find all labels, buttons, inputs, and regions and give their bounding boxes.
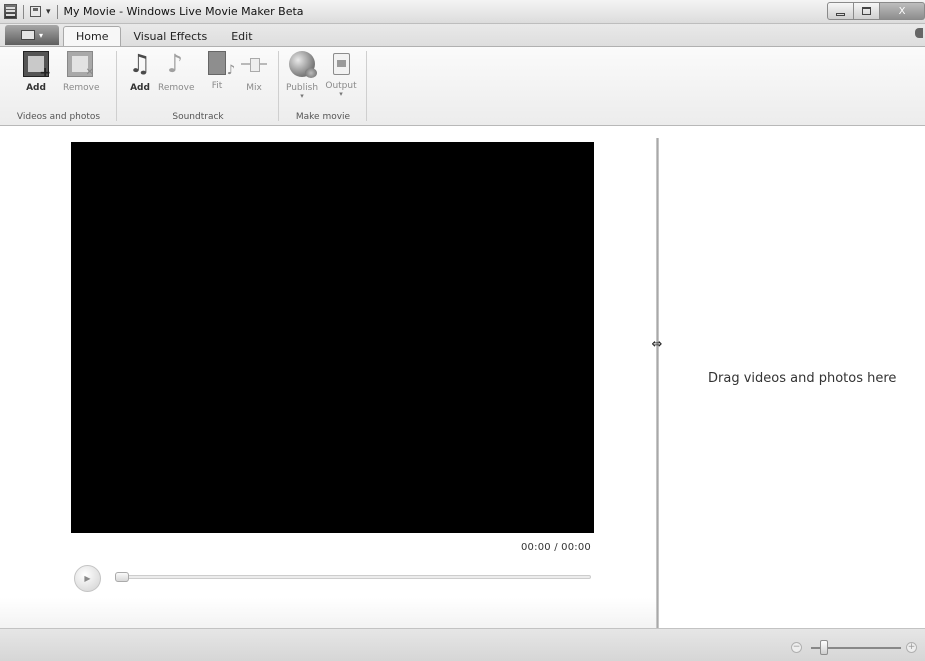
mix-slider-icon xyxy=(240,51,268,77)
fit-music-label: Fit xyxy=(211,81,223,91)
seek-bar[interactable] xyxy=(117,575,591,579)
title-separator xyxy=(23,4,24,19)
remove-video-icon xyxy=(67,51,94,78)
group-videos-and-photos: Add Remove Videos and photos xyxy=(0,47,117,125)
app-menu-icon xyxy=(20,30,35,40)
close-button[interactable]: X xyxy=(880,2,925,20)
title-separator xyxy=(56,4,58,19)
group-divider xyxy=(366,51,367,121)
remove-videos-label: Remove xyxy=(63,83,100,93)
group-label-make-movie: Make movie xyxy=(295,112,351,122)
add-music-icon: ♫ xyxy=(128,49,152,78)
play-button[interactable]: ▶ xyxy=(74,565,101,592)
remove-music-label: Remove xyxy=(158,83,195,93)
remove-music-icon: ♪ xyxy=(167,49,183,78)
seek-thumb[interactable] xyxy=(115,572,129,582)
mix-button[interactable]: Mix xyxy=(237,51,271,93)
mix-label: Mix xyxy=(246,83,262,93)
window-controls: X xyxy=(827,2,925,20)
tab-edit[interactable]: Edit xyxy=(219,26,264,46)
maximize-button[interactable] xyxy=(854,2,880,20)
close-icon: X xyxy=(898,5,906,17)
remove-videos-button[interactable]: Remove xyxy=(63,51,100,93)
minimize-button[interactable] xyxy=(827,2,854,20)
chevron-down-icon: ▾ xyxy=(38,30,43,40)
application-menu-button[interactable]: ▾ xyxy=(5,25,59,45)
add-music-label: Add xyxy=(130,83,150,93)
time-readout: 00:00 / 00:00 xyxy=(521,542,591,553)
add-videos-button[interactable]: Add xyxy=(19,51,53,93)
group-soundtrack: ♫ Add ♪ Remove Fit Mix Soundtrack xyxy=(117,47,279,125)
ribbon-tab-row: ▾ Home Visual Effects Edit xyxy=(0,24,925,46)
group-make-movie: Publish ▾ Output ▾ Make movie xyxy=(279,47,367,125)
output-button[interactable]: Output ▾ xyxy=(324,51,358,98)
publish-button[interactable]: Publish ▾ xyxy=(285,51,319,100)
add-videos-label: Add xyxy=(26,83,46,93)
maximize-icon xyxy=(862,7,871,15)
help-icon[interactable] xyxy=(915,28,923,38)
minimize-icon xyxy=(836,12,845,16)
group-label-soundtrack: Soundtrack xyxy=(172,112,224,122)
play-icon: ▶ xyxy=(84,574,91,583)
chevron-down-icon: ▾ xyxy=(300,92,304,100)
zoom-slider-thumb[interactable] xyxy=(820,640,828,655)
window-title: My Movie - Windows Live Movie Maker Beta xyxy=(63,5,304,18)
app-icon[interactable] xyxy=(4,4,17,19)
preview-footer xyxy=(0,598,658,628)
remove-music-button[interactable]: ♪ Remove xyxy=(158,49,195,94)
chevron-down-icon: ▾ xyxy=(339,90,343,98)
ribbon: Add Remove Videos and photos ♫ Add ♪ Rem… xyxy=(0,46,925,126)
video-preview[interactable] xyxy=(71,142,594,533)
storyboard-hint: Drag videos and photos here xyxy=(708,371,897,386)
save-icon[interactable] xyxy=(30,6,41,17)
resize-cursor-icon: ⇔ xyxy=(651,336,663,352)
group-label-videos-and-photos: Videos and photos xyxy=(16,112,101,122)
quick-access-dropdown-icon[interactable]: ▾ xyxy=(46,7,51,17)
title-bar: ▾ My Movie - Windows Live Movie Maker Be… xyxy=(0,0,925,24)
status-bar: − + xyxy=(0,628,925,661)
zoom-out-button[interactable]: − xyxy=(791,642,802,653)
globe-icon xyxy=(289,51,317,78)
add-music-button[interactable]: ♫ Add xyxy=(123,49,157,94)
zoom-in-button[interactable]: + xyxy=(906,642,917,653)
tab-home[interactable]: Home xyxy=(63,26,122,46)
fit-music-icon xyxy=(208,51,235,78)
tab-visual-effects[interactable]: Visual Effects xyxy=(121,26,219,46)
fit-music-button[interactable]: Fit xyxy=(200,51,235,91)
add-video-icon xyxy=(23,51,51,81)
output-document-icon xyxy=(332,53,350,75)
